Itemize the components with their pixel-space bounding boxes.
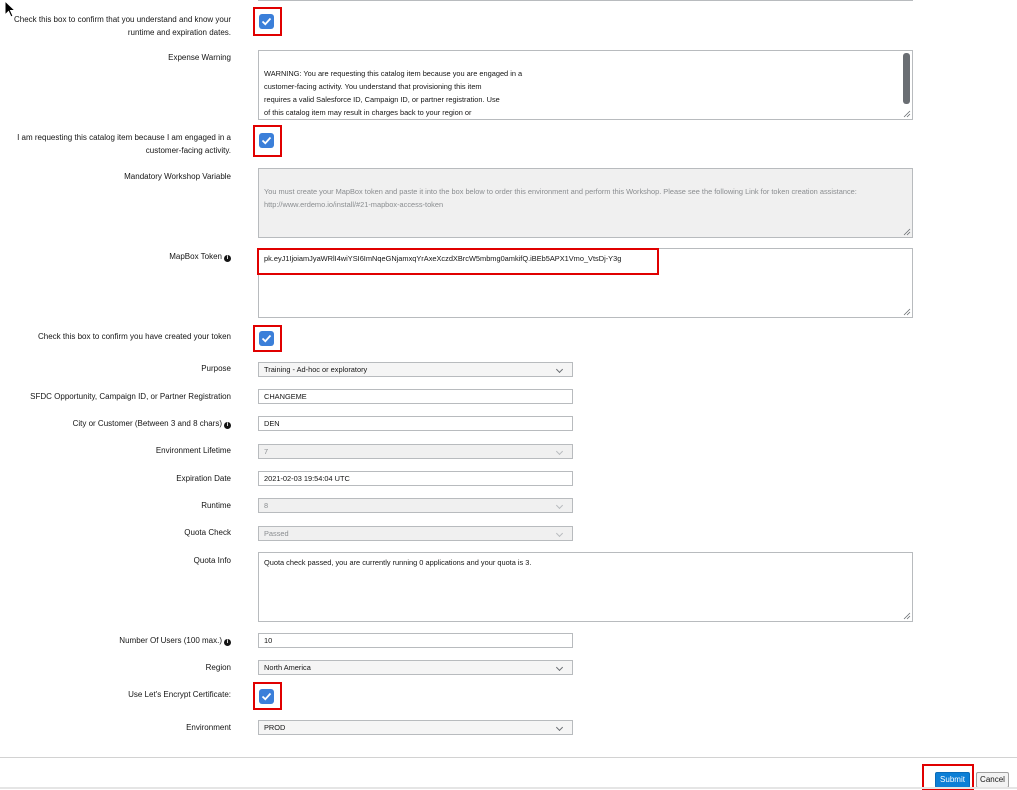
runtime-label: Runtime xyxy=(201,501,231,510)
mapbox-token-label: MapBox Token i xyxy=(169,250,231,263)
confirm-runtime-label: Check this box to confirm that you under… xyxy=(13,15,231,37)
info-icon[interactable]: i xyxy=(224,255,231,262)
quota-check-select: Passed xyxy=(258,526,573,541)
city-label-text: City or Customer (Between 3 and 8 chars) xyxy=(72,419,222,428)
runtime-value: 8 xyxy=(264,501,269,510)
quota-info-value: Quota check passed, you are currently ru… xyxy=(264,558,532,567)
purpose-value: Training - Ad-hoc or exploratory xyxy=(264,365,368,374)
lifetime-value: 7 xyxy=(264,447,269,456)
chevron-down-icon xyxy=(555,663,564,672)
lifetime-label: Environment Lifetime xyxy=(155,446,231,455)
created-token-label: Check this box to confirm you have creat… xyxy=(38,332,231,341)
lifetime-select: 7 xyxy=(258,444,573,459)
submit-button[interactable]: Submit xyxy=(935,772,970,788)
info-icon[interactable]: i xyxy=(224,639,231,646)
mandatory-workshop-label: Mandatory Workshop Variable xyxy=(124,172,231,181)
users-input[interactable]: 10 xyxy=(258,633,573,648)
resize-handle-icon[interactable] xyxy=(903,228,911,236)
environment-value: PROD xyxy=(264,723,286,732)
customer-facing-label: I am requesting this catalog item becaus… xyxy=(17,133,231,155)
sfdc-value: CHANGEME xyxy=(264,392,307,401)
expense-warning-textarea[interactable]: WARNING: You are requesting this catalog… xyxy=(258,50,913,120)
chevron-down-icon xyxy=(555,365,564,374)
expense-warning-scrollbar[interactable] xyxy=(903,53,910,104)
chevron-down-icon xyxy=(555,447,564,456)
sfdc-label: SFDC Opportunity, Campaign ID, or Partne… xyxy=(30,392,231,401)
environment-select[interactable]: PROD xyxy=(258,720,573,735)
region-label: Region xyxy=(205,663,231,672)
cancel-button[interactable]: Cancel xyxy=(976,772,1009,788)
letsencrypt-checkbox[interactable] xyxy=(259,689,274,704)
chevron-down-icon xyxy=(555,723,564,732)
resize-handle-icon[interactable] xyxy=(903,110,911,118)
quota-info-label: Quota Info xyxy=(193,556,231,565)
resize-handle-icon[interactable] xyxy=(903,308,911,316)
checkmark-icon xyxy=(261,334,272,343)
purpose-label: Purpose xyxy=(201,364,231,373)
top-divider xyxy=(258,0,913,1)
customer-facing-checkbox[interactable] xyxy=(259,133,274,148)
users-label: Number Of Users (100 max.) i xyxy=(119,634,231,647)
expiration-label: Expiration Date xyxy=(176,474,231,483)
created-token-checkbox[interactable] xyxy=(259,331,274,346)
users-label-text: Number Of Users (100 max.) xyxy=(119,636,222,645)
letsencrypt-label: Use Let's Encrypt Certificate: xyxy=(128,690,231,699)
footer-bottom-bar xyxy=(0,787,1017,789)
expiration-value: 2021-02-03 19:54:04 UTC xyxy=(264,474,350,483)
purpose-select[interactable]: Training - Ad-hoc or exploratory xyxy=(258,362,573,377)
checkmark-icon xyxy=(261,692,272,701)
mandatory-workshop-text: You must create your MapBox token and pa… xyxy=(264,187,857,209)
info-icon[interactable]: i xyxy=(224,422,231,429)
footer-divider xyxy=(0,757,1017,758)
sfdc-input[interactable]: CHANGEME xyxy=(258,389,573,404)
checkmark-icon xyxy=(261,136,272,145)
quota-info-textarea[interactable]: Quota check passed, you are currently ru… xyxy=(258,552,913,622)
expense-warning-label: Expense Warning xyxy=(168,53,231,62)
expense-warning-text: WARNING: You are requesting this catalog… xyxy=(264,69,523,117)
checkmark-icon xyxy=(261,17,272,26)
region-select[interactable]: North America xyxy=(258,660,573,675)
confirm-runtime-checkbox[interactable] xyxy=(259,14,274,29)
environment-label: Environment xyxy=(186,723,231,732)
mapbox-token-highlight xyxy=(257,248,659,275)
users-value: 10 xyxy=(264,636,273,645)
runtime-select: 8 xyxy=(258,498,573,513)
region-value: North America xyxy=(264,663,311,672)
quota-check-label: Quota Check xyxy=(184,528,231,537)
city-value: DEN xyxy=(264,419,280,428)
mandatory-workshop-textarea: You must create your MapBox token and pa… xyxy=(258,168,913,238)
resize-handle-icon[interactable] xyxy=(903,612,911,620)
quota-check-value: Passed xyxy=(264,529,289,538)
city-label: City or Customer (Between 3 and 8 chars)… xyxy=(73,417,231,430)
chevron-down-icon xyxy=(555,529,564,538)
expiration-input[interactable]: 2021-02-03 19:54:04 UTC xyxy=(258,471,573,486)
mapbox-token-label-text: MapBox Token xyxy=(169,252,222,261)
city-input[interactable]: DEN xyxy=(258,416,573,431)
chevron-down-icon xyxy=(555,501,564,510)
